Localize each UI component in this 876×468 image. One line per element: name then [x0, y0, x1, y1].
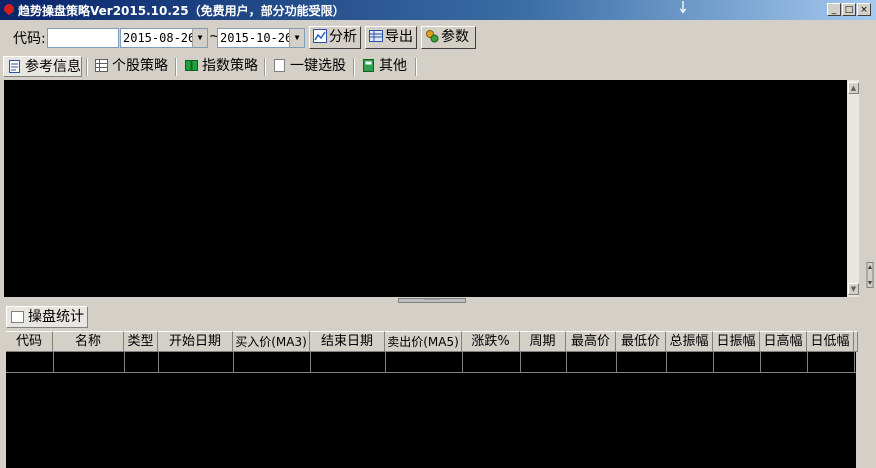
code-input[interactable]: [47, 28, 119, 48]
arrow-down-icon: [679, 1, 687, 14]
grid-col-line: [233, 352, 234, 373]
tab-one-click-select[interactable]: 一键选股: [273, 56, 346, 77]
chevron-down-icon[interactable]: ▼: [192, 29, 207, 47]
tab-index-strategy[interactable]: 指数策略: [185, 56, 258, 77]
start-date-combo[interactable]: 2015-08-26 ▼: [120, 28, 208, 48]
grid-col-line: [566, 352, 567, 373]
column-header[interactable]: 类型: [124, 331, 158, 352]
grid-col-line: [807, 352, 808, 373]
column-header[interactable]: 总振幅: [666, 331, 713, 352]
grid-col-line: [616, 352, 617, 373]
column-header[interactable]: 周期: [520, 331, 566, 352]
close-button[interactable]: ×: [857, 3, 871, 16]
export-label: 导出: [385, 29, 413, 45]
trading-stats-grid[interactable]: [6, 352, 856, 468]
grid-col-line: [53, 352, 54, 373]
notebook-icon: [363, 59, 374, 72]
end-date-value: 2015-10-26: [220, 31, 293, 45]
export-button[interactable]: 导出: [365, 26, 417, 49]
blank-page-icon: [274, 59, 285, 72]
column-header[interactable]: 名称: [53, 331, 124, 352]
column-header[interactable]: 涨跌%: [462, 331, 520, 352]
book-icon: [185, 60, 198, 71]
params-label: 参数: [441, 29, 469, 45]
column-header[interactable]: 日振幅: [713, 331, 760, 352]
grid-icon: [95, 59, 108, 72]
tab-separator: [264, 58, 266, 76]
table-icon: [369, 30, 383, 42]
tab-other[interactable]: 其他: [362, 56, 407, 77]
column-header[interactable]: 结束日期: [310, 331, 385, 352]
analyze-label: 分析: [329, 29, 357, 45]
document-icon: [9, 60, 20, 73]
splitter-grip[interactable]: ··········: [398, 298, 466, 303]
title-bar: 趋势操盘策略Ver2015.10.25（免费用户，部分功能受限） _ □ ×: [0, 0, 876, 20]
grid-row-line: [6, 372, 856, 373]
column-header[interactable]: 日高幅: [760, 331, 807, 352]
grid-col-line: [854, 352, 855, 373]
analyze-button[interactable]: 分析: [309, 26, 361, 49]
tab-label: 操盘统计: [28, 309, 84, 325]
scroll-down-button[interactable]: ▼: [848, 283, 859, 295]
tab-separator: [86, 58, 88, 76]
tab-separator: [353, 58, 355, 76]
app-icon: [4, 4, 14, 15]
end-date-combo[interactable]: 2015-10-26 ▼: [217, 28, 305, 48]
window-right-edge: [870, 20, 876, 468]
tab-stock-strategy[interactable]: 个股策略: [95, 56, 168, 77]
grid-col-line: [385, 352, 386, 373]
column-header[interactable]: 买入价(MA3): [233, 331, 310, 352]
maximize-button[interactable]: □: [842, 3, 856, 16]
tab-label: 参考信息: [25, 59, 81, 75]
window-title: 趋势操盘策略Ver2015.10.25（免费用户，部分功能受限）: [18, 4, 345, 18]
start-date-value: 2015-08-26: [123, 31, 196, 45]
window-icon: [11, 311, 24, 323]
scroll-up-button[interactable]: ▲: [848, 82, 859, 94]
tab-trading-stats[interactable]: 操盘统计: [6, 306, 88, 328]
grid-col-line: [310, 352, 311, 373]
params-button[interactable]: 参数: [421, 26, 476, 49]
column-header[interactable]: 卖出价(MA5): [385, 331, 462, 352]
code-label: 代码:: [13, 31, 46, 47]
tab-label: 指数策略: [202, 58, 258, 74]
tab-reference-info[interactable]: 参考信息: [3, 56, 82, 77]
grid-col-line: [760, 352, 761, 373]
column-header-overflow: [854, 331, 858, 352]
grid-col-line: [520, 352, 521, 373]
tab-label: 个股策略: [112, 58, 168, 74]
grid-col-line: [124, 352, 125, 373]
tab-label: 其他: [379, 58, 407, 74]
chevron-down-icon[interactable]: ▼: [289, 29, 304, 47]
column-header[interactable]: 最低价: [616, 331, 666, 352]
gear-icon: [426, 30, 439, 43]
tab-label: 一键选股: [290, 58, 346, 74]
column-header[interactable]: 开始日期: [158, 331, 233, 352]
tab-separator: [175, 58, 177, 76]
grid-col-line: [713, 352, 714, 373]
column-header[interactable]: 日低幅: [807, 331, 854, 352]
column-header[interactable]: 代码: [6, 331, 53, 352]
grid-col-line: [666, 352, 667, 373]
resize-grip-icon[interactable]: [866, 262, 874, 288]
chart-icon: [313, 29, 327, 43]
minimize-button[interactable]: _: [827, 3, 841, 16]
column-header[interactable]: 最高价: [566, 331, 616, 352]
scrollbar[interactable]: ▲ ▼: [847, 80, 859, 297]
grid-col-line: [158, 352, 159, 373]
grid-col-line: [462, 352, 463, 373]
reference-info-pane[interactable]: [4, 80, 847, 297]
tab-separator: [415, 58, 417, 76]
